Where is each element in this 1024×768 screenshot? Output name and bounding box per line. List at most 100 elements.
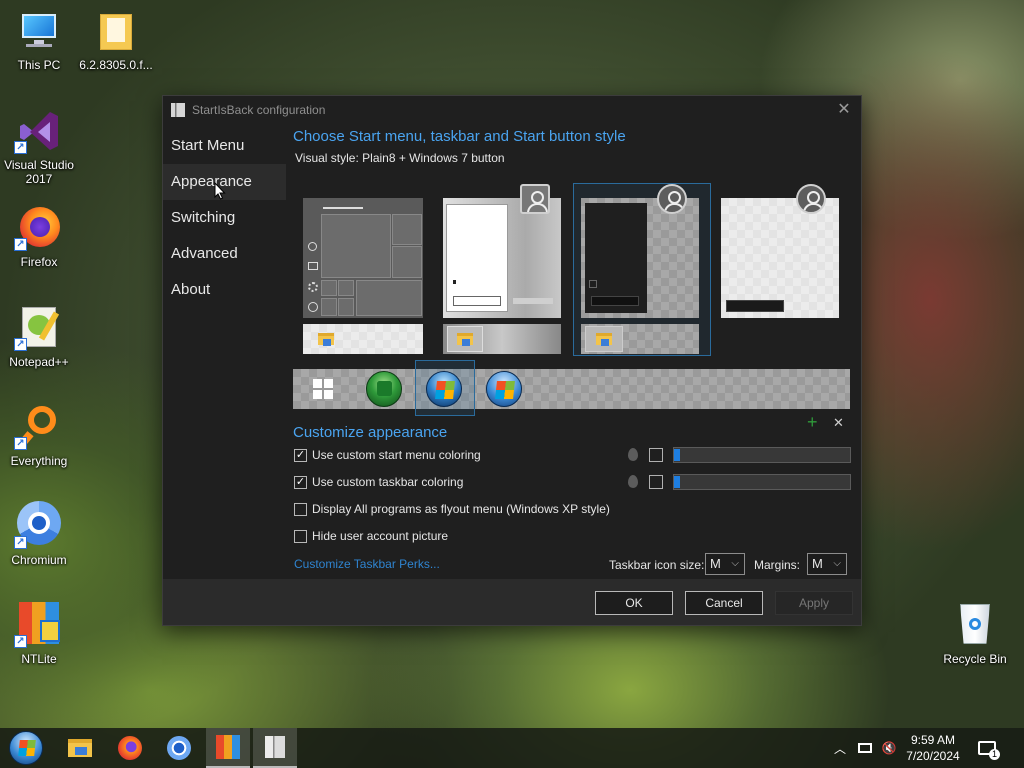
windows7-classic-orb-option[interactable] bbox=[486, 371, 522, 407]
startisback-config-icon bbox=[265, 736, 285, 758]
clock-date: 7/20/2024 bbox=[906, 749, 960, 763]
desktop-icon-label: Chromium bbox=[11, 553, 67, 567]
volume-button[interactable]: 🔇 bbox=[878, 728, 900, 768]
desktop-icon-ntlite[interactable]: ↗ NTLite bbox=[0, 602, 78, 666]
option-label: Use custom taskbar coloring bbox=[312, 475, 464, 489]
start-menu-opacity-slider[interactable] bbox=[673, 447, 851, 463]
option-custom-taskbar-coloring[interactable]: ✓ Use custom taskbar coloring bbox=[294, 475, 463, 489]
nav-item-advanced[interactable]: Advanced bbox=[163, 236, 286, 272]
cancel-button[interactable]: Cancel bbox=[685, 591, 763, 615]
start-menu-color-swatch[interactable] bbox=[649, 448, 663, 462]
windows7-orb-option[interactable] bbox=[426, 371, 462, 407]
taskbar-firefox[interactable] bbox=[108, 728, 152, 768]
chromium-icon: ↗ bbox=[14, 501, 62, 549]
volume-muted-icon: 🔇 bbox=[881, 741, 897, 755]
notification-count-badge: 1 bbox=[989, 749, 1000, 760]
firefox-icon bbox=[118, 736, 142, 760]
style-heading: Choose Start menu, taskbar and Start but… bbox=[293, 128, 626, 145]
ok-button[interactable]: OK bbox=[595, 591, 673, 615]
desktop-icon-notepad-plus-plus[interactable]: ↗ Notepad++ bbox=[0, 305, 78, 369]
customize-taskbar-perks-link[interactable]: Customize Taskbar Perks... bbox=[294, 557, 440, 571]
visual-style-label: Visual style: Plain8 + Windows 7 button bbox=[295, 151, 505, 165]
notification-icon: 1 bbox=[978, 741, 1000, 760]
taskbar-icon-size-label: Taskbar icon size: bbox=[609, 558, 705, 572]
taskbar: ︿ 🔇 9:59 AM 7/20/2024 1 bbox=[0, 728, 1024, 768]
network-icon bbox=[858, 743, 872, 753]
nav-item-about[interactable]: About bbox=[163, 272, 286, 308]
title-bar[interactable]: StartIsBack configuration ✕ bbox=[163, 96, 861, 124]
taskbar-opacity-slider[interactable] bbox=[673, 474, 851, 490]
user-avatar-icon bbox=[657, 184, 687, 214]
taskbar-startisback-config[interactable] bbox=[253, 728, 297, 768]
user-avatar-icon bbox=[796, 184, 826, 214]
select-value: M bbox=[710, 556, 721, 571]
windows-flag-icon bbox=[495, 381, 515, 399]
action-center-button[interactable]: 1 bbox=[972, 728, 1002, 768]
desktop-icon-label: Notepad++ bbox=[9, 355, 69, 369]
desktop-icon-label: Visual Studio 2017 bbox=[4, 158, 74, 186]
chevron-down-icon: ⌵ bbox=[731, 558, 739, 569]
taskbar-ntlite[interactable] bbox=[206, 728, 250, 768]
taskbar-chromium[interactable] bbox=[157, 728, 201, 768]
start-button[interactable] bbox=[4, 728, 48, 768]
desktop-icon-chromium[interactable]: ↗ Chromium bbox=[0, 501, 78, 567]
clover-icon bbox=[377, 381, 392, 396]
style-option-windows10[interactable] bbox=[303, 198, 423, 318]
option-hide-user-picture[interactable]: Hide user account picture bbox=[294, 529, 448, 543]
desktop-icon-everything[interactable]: ↗ Everything bbox=[0, 404, 78, 468]
user-avatar-icon bbox=[520, 184, 550, 214]
taskbar-preview-3[interactable] bbox=[581, 324, 699, 354]
style-option-plain8[interactable] bbox=[581, 198, 699, 318]
windows10-start-button-option[interactable] bbox=[311, 377, 335, 401]
taskbar-preview-1[interactable] bbox=[303, 324, 423, 354]
checkbox[interactable] bbox=[294, 529, 307, 543]
option-label: Display All programs as flyout menu (Win… bbox=[312, 502, 610, 516]
close-button[interactable]: ✕ bbox=[833, 100, 855, 120]
desktop-icon-label: This PC bbox=[17, 58, 61, 72]
appearance-panel: Choose Start menu, taskbar and Start but… bbox=[293, 128, 853, 165]
option-label: Use custom start menu coloring bbox=[312, 448, 481, 462]
desktop-icon-visual-studio[interactable]: ↗ Visual Studio 2017 bbox=[0, 108, 78, 186]
network-status-button[interactable] bbox=[854, 728, 876, 768]
checkbox[interactable]: ✓ bbox=[294, 448, 307, 462]
style-option-transparent[interactable] bbox=[721, 198, 839, 318]
margins-label: Margins: bbox=[754, 558, 801, 572]
app-icon bbox=[171, 103, 185, 117]
option-custom-start-menu-coloring[interactable]: ✓ Use custom start menu coloring bbox=[294, 448, 481, 462]
windows-flag-icon bbox=[435, 381, 455, 399]
clock-time: 9:59 AM bbox=[910, 733, 956, 747]
desktop-icon-label: Everything bbox=[10, 454, 68, 468]
nav-item-switching[interactable]: Switching bbox=[163, 200, 286, 236]
firefox-icon: ↗ bbox=[14, 205, 62, 251]
chevron-down-icon: ⌵ bbox=[833, 558, 841, 569]
nav-item-start-menu[interactable]: Start Menu bbox=[163, 128, 286, 164]
windows-start-orb-icon bbox=[9, 731, 43, 765]
show-hidden-icons-button[interactable]: ︿ bbox=[830, 728, 850, 768]
desktop-icon-firefox[interactable]: ↗ Firefox bbox=[0, 205, 78, 269]
desktop-icon-label: NTLite bbox=[21, 652, 57, 666]
file-explorer-icon bbox=[68, 739, 92, 757]
add-button[interactable]: + bbox=[807, 412, 818, 433]
clover-orb-option[interactable] bbox=[366, 371, 402, 407]
taskbar-icon-size-select[interactable]: M ⌵ bbox=[705, 553, 745, 575]
margins-select[interactable]: M ⌵ bbox=[807, 553, 847, 575]
slider-thumb[interactable] bbox=[674, 449, 680, 461]
checkbox[interactable]: ✓ bbox=[294, 475, 307, 489]
taskbar-color-swatch[interactable] bbox=[649, 475, 663, 489]
taskbar-preview-2[interactable] bbox=[443, 324, 561, 354]
clock-button[interactable]: 9:59 AM 7/20/2024 bbox=[900, 728, 966, 768]
desktop-icon-this-pc[interactable]: This PC bbox=[0, 8, 78, 72]
taskbar-file-explorer[interactable] bbox=[58, 728, 102, 768]
desktop-icon-label: 6.2.8305.0.f... bbox=[79, 58, 153, 72]
desktop-icon-folder[interactable]: 6.2.8305.0.f... bbox=[77, 8, 155, 72]
opacity-drop-icon bbox=[628, 448, 638, 461]
chromium-icon bbox=[167, 736, 191, 760]
style-option-windows7-light[interactable] bbox=[443, 198, 561, 318]
remove-button[interactable]: ✕ bbox=[833, 415, 844, 431]
checkbox[interactable] bbox=[294, 502, 307, 516]
apply-button[interactable]: Apply bbox=[775, 591, 853, 615]
option-flyout-all-programs[interactable]: Display All programs as flyout menu (Win… bbox=[294, 502, 610, 516]
desktop-icon-recycle-bin[interactable]: Recycle Bin bbox=[936, 602, 1014, 666]
close-icon: ✕ bbox=[837, 101, 851, 118]
slider-thumb[interactable] bbox=[674, 476, 680, 488]
